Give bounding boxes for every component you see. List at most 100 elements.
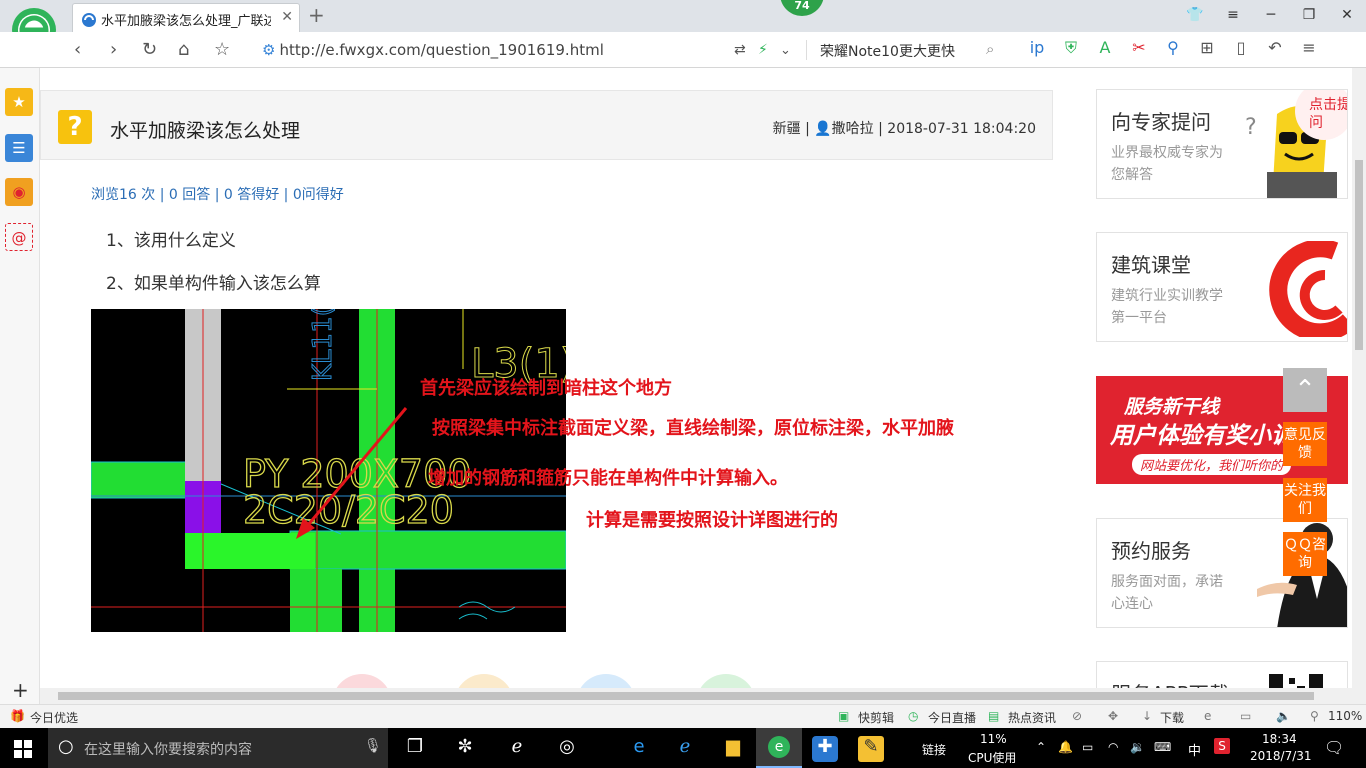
score-badge[interactable]: 74 xyxy=(780,0,824,16)
edge-icon[interactable]: e xyxy=(626,736,652,760)
back-icon[interactable]: ‹ xyxy=(74,39,81,60)
scroll-thumb[interactable] xyxy=(58,692,1314,700)
status-item[interactable]: 下载 xyxy=(1160,709,1184,726)
share-icon[interactable]: ⇄ xyxy=(734,42,746,58)
tray-link-label[interactable]: 链接 xyxy=(922,741,946,758)
chevron-down-icon[interactable]: ⌄ xyxy=(780,43,791,58)
volume-icon[interactable]: 🔈 xyxy=(1276,709,1291,723)
close-tab-icon[interactable]: ✕ xyxy=(281,9,293,25)
reaction-button[interactable] xyxy=(576,674,636,688)
add-sidebar-icon[interactable]: + xyxy=(12,678,29,702)
search-input[interactable]: 荣耀Note10更大更快 xyxy=(820,41,955,61)
zoom-level[interactable]: 110% xyxy=(1328,709,1362,723)
clock-date[interactable]: 2018/7/31 xyxy=(1250,749,1312,763)
compass-icon[interactable]: ⊘ xyxy=(1072,709,1082,723)
scroll-thumb[interactable] xyxy=(1355,160,1363,350)
search-icon[interactable]: ⌕ xyxy=(986,40,994,58)
course-logo-icon xyxy=(1269,241,1347,337)
mail-icon[interactable]: @ xyxy=(5,223,33,251)
reaction-button[interactable] xyxy=(696,674,756,688)
task-view-icon[interactable]: ❐ xyxy=(402,736,428,760)
extension-ip-icon[interactable]: ip xyxy=(1026,38,1048,58)
app-download-card[interactable]: 服务APP下载 xyxy=(1096,661,1348,688)
reaction-button[interactable] xyxy=(332,674,392,688)
magnifier-icon[interactable]: ⚲ xyxy=(1162,38,1184,58)
horizontal-scrollbar[interactable] xyxy=(40,688,1352,704)
new-tab-button[interactable]: + xyxy=(308,3,325,27)
active-browser-task[interactable]: e xyxy=(756,728,802,768)
speed-icon[interactable]: ⚡ xyxy=(758,42,768,58)
favorites-icon[interactable]: ★ xyxy=(5,88,33,116)
course-card[interactable]: 建筑课堂 建筑行业实训教学第一平台 xyxy=(1096,232,1348,342)
speaker-icon[interactable]: 🔉 xyxy=(1130,740,1145,754)
pin-icon[interactable]: ✥ xyxy=(1108,709,1118,723)
taskbar-search-box[interactable]: ○ 在这里输入你要搜索的内容 🎙 xyxy=(48,728,388,768)
card-title: 服务APP下载 xyxy=(1111,678,1229,688)
browser-tab[interactable]: 水平加腋梁该怎么处理_广联达服 ✕ xyxy=(72,3,300,33)
restore-button[interactable]: ❐ xyxy=(1290,0,1328,32)
reader-icon[interactable]: ▯ xyxy=(1230,38,1252,58)
divider xyxy=(806,40,807,60)
video-clip-icon: ▣ xyxy=(838,709,850,723)
pinwheel-icon[interactable]: ✼ xyxy=(452,736,478,760)
window-icon[interactable]: ▭ xyxy=(1240,709,1251,723)
ime-indicator[interactable]: 中 xyxy=(1188,740,1201,759)
translate-icon[interactable]: A xyxy=(1094,38,1116,58)
menu-icon[interactable]: ≡ xyxy=(1214,0,1252,32)
card-title: 建筑课堂 xyxy=(1111,253,1191,277)
sogou-ime-icon[interactable]: S xyxy=(1214,738,1230,754)
ie-icon[interactable]: ℯ xyxy=(672,736,698,760)
weibo-icon[interactable]: ◉ xyxy=(5,178,33,206)
battery-icon[interactable]: ▭ xyxy=(1082,740,1093,754)
refresh-icon[interactable]: ↻ xyxy=(142,39,157,60)
minimize-button[interactable]: ─ xyxy=(1252,0,1290,32)
back-to-top-button[interactable]: ⌃ xyxy=(1283,368,1327,412)
zoom-icon[interactable]: ⚲ xyxy=(1310,709,1319,723)
card-desc: 建筑行业实训教学第一平台 xyxy=(1111,288,1223,326)
action-center-icon[interactable]: 🗨 xyxy=(1324,738,1344,757)
wifi-icon[interactable]: ◠ xyxy=(1108,740,1118,754)
card-desc: 业界最权威专家为您解答 xyxy=(1111,145,1223,183)
notification-bell-icon[interactable]: 🔔 xyxy=(1058,740,1073,754)
notes-app-icon[interactable]: ✎ xyxy=(858,736,884,762)
author-link[interactable]: 撒哈拉 xyxy=(832,121,874,137)
forward-icon[interactable]: › xyxy=(110,39,117,60)
browser-e-icon[interactable]: ℯ xyxy=(504,736,530,760)
status-item[interactable]: 热点资讯 xyxy=(1008,709,1056,726)
cortana-icon: ○ xyxy=(58,736,74,757)
more-menu-icon[interactable]: ≡ xyxy=(1298,38,1320,58)
vertical-scrollbar[interactable] xyxy=(1352,68,1366,704)
chevron-up-icon[interactable]: ⌃ xyxy=(1036,740,1046,754)
close-window-button[interactable]: ✕ xyxy=(1328,0,1366,32)
ask-expert-card[interactable]: 向专家提问 业界最权威专家为您解答 ? 点击提问 xyxy=(1096,89,1348,199)
app-swirl-icon[interactable]: ◎ xyxy=(554,736,580,760)
status-item[interactable]: 今日直播 xyxy=(928,709,976,726)
cpu-label: CPU使用 xyxy=(968,751,1017,765)
apps-icon[interactable]: ⊞ xyxy=(1196,38,1218,58)
keyboard-icon[interactable]: ⌨ xyxy=(1154,740,1171,754)
shield-icon[interactable]: ⛨ xyxy=(1060,38,1082,58)
undo-icon[interactable]: ↶ xyxy=(1264,38,1286,58)
list-icon[interactable]: ☰ xyxy=(5,134,33,162)
ie-mode-icon[interactable]: e xyxy=(1204,709,1211,723)
scissors-icon[interactable]: ✂ xyxy=(1128,38,1150,58)
annotation-text: 首先梁应该绘制到暗柱这个地方 xyxy=(420,378,672,399)
reaction-button[interactable] xyxy=(454,674,514,688)
feedback-button[interactable]: 意见反馈 xyxy=(1283,422,1327,466)
url-field[interactable]: ⚙ http://e.fwxgx.com/question_1901619.htm… xyxy=(262,41,604,59)
home-icon[interactable]: ⌂ xyxy=(178,39,189,60)
qq-consult-button[interactable]: ＱＱ咨询 xyxy=(1283,532,1327,576)
shirt-icon[interactable]: 👕 xyxy=(1176,0,1214,32)
svg-text:?: ? xyxy=(1245,115,1257,140)
search-placeholder: 在这里输入你要搜索的内容 xyxy=(84,742,252,758)
microphone-icon[interactable]: 🎙 xyxy=(364,738,382,754)
clock-time[interactable]: 18:34 xyxy=(1262,732,1297,746)
status-item[interactable]: 快剪辑 xyxy=(858,709,894,726)
windows-start-icon[interactable] xyxy=(14,740,32,758)
today-picks-link[interactable]: 今日优选 xyxy=(30,709,78,726)
follow-us-button[interactable]: 关注我们 xyxy=(1283,478,1327,522)
plus-app-icon[interactable]: ✚ xyxy=(812,736,838,762)
favorite-star-icon[interactable]: ☆ xyxy=(214,39,230,60)
region-link[interactable]: 新疆 xyxy=(773,121,801,137)
file-explorer-icon[interactable]: ▆ xyxy=(720,736,746,760)
